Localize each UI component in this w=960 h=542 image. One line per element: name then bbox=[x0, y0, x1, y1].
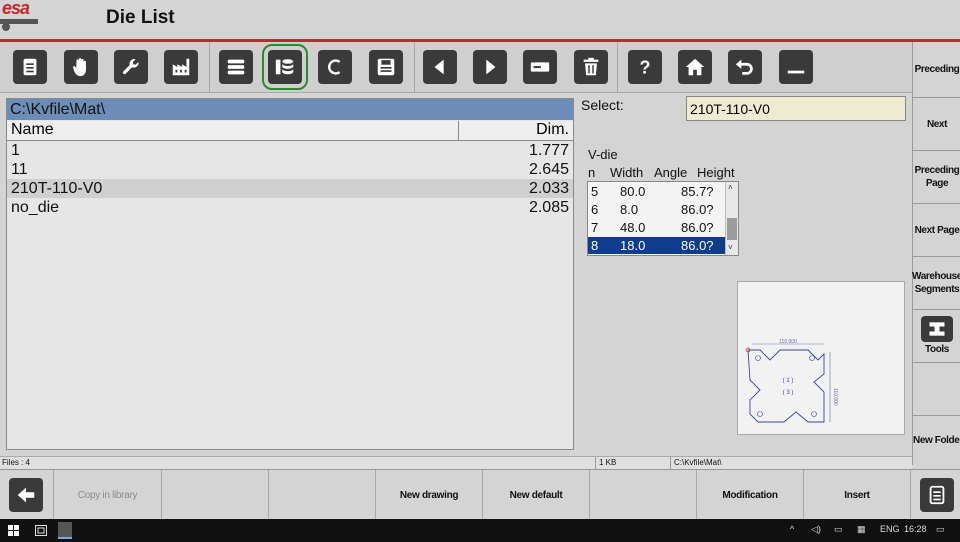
factory-icon[interactable] bbox=[164, 50, 198, 84]
preceding-button[interactable]: Preceding bbox=[913, 42, 960, 98]
clock[interactable]: 16:28 bbox=[904, 524, 927, 534]
table-row-selected[interactable]: 210T-110-V0 2.033 bbox=[7, 179, 573, 198]
warehouse-segments-button[interactable]: Warehouse Segments bbox=[912, 257, 960, 310]
insert-button[interactable]: Insert bbox=[804, 470, 911, 520]
task-view-icon[interactable] bbox=[35, 525, 47, 536]
copy-in-library-button[interactable]: Copy in library bbox=[54, 470, 162, 520]
volume-icon[interactable]: ◁) bbox=[811, 524, 821, 535]
toolbar: ? bbox=[0, 42, 912, 93]
undo-icon[interactable] bbox=[728, 50, 762, 84]
table-row[interactable]: 1 1.777 bbox=[7, 141, 573, 160]
path-bar: C:\Kvfile\Mat\ bbox=[7, 99, 573, 120]
notifications-icon[interactable]: ▭ bbox=[936, 524, 945, 535]
select-label: Select: bbox=[581, 97, 624, 113]
vdie-list[interactable]: 5 80.0 85.7? 6 8.0 86.0? 7 48.0 86.0? 8 … bbox=[587, 181, 739, 256]
svg-text:( 3 ): ( 3 ) bbox=[783, 390, 794, 396]
new-drawing-button[interactable]: New drawing bbox=[376, 470, 483, 520]
svg-text:( 1 ): ( 1 ) bbox=[783, 378, 794, 384]
bottom-empty-3 bbox=[590, 470, 697, 520]
file-list-panel: C:\Kvfile\Mat\ Name Dim. 1 1.777 11 2.64… bbox=[6, 98, 574, 450]
help-icon[interactable]: ? bbox=[628, 50, 662, 84]
new-default-button[interactable]: New default bbox=[483, 470, 590, 520]
vdie-label: V-die bbox=[588, 147, 618, 162]
windows-start-icon[interactable] bbox=[8, 525, 19, 536]
arrow-right-icon[interactable] bbox=[473, 50, 507, 84]
logo-text: esa bbox=[2, 0, 30, 18]
home-icon[interactable] bbox=[678, 50, 712, 84]
status-bar: Files : 4 1 KB C:\Kvfile\Mat\ bbox=[0, 456, 912, 469]
minus-icon[interactable] bbox=[523, 50, 557, 84]
vdie-scrollbar[interactable]: ˄ ˅ bbox=[725, 182, 738, 255]
app-taskbar-icon[interactable] bbox=[58, 522, 72, 539]
sidebar-empty-slot bbox=[913, 363, 960, 416]
right-sidebar: Preceding Next Preceding Page Next Page … bbox=[912, 42, 960, 465]
keyboard-icon[interactable]: ▦ bbox=[857, 524, 866, 535]
status-size: 1 KB bbox=[599, 458, 617, 467]
scroll-thumb[interactable] bbox=[727, 218, 737, 240]
scroll-up-icon[interactable]: ˄ bbox=[728, 183, 733, 192]
arrow-back-icon bbox=[9, 478, 43, 512]
back-button[interactable] bbox=[0, 470, 54, 520]
database-icon[interactable] bbox=[219, 50, 253, 84]
document-menu-icon bbox=[920, 478, 954, 512]
preceding-page-button[interactable]: Preceding Page bbox=[913, 151, 960, 204]
list-item[interactable]: 5 80.0 85.7? bbox=[588, 183, 725, 200]
arrow-left-icon[interactable] bbox=[423, 50, 457, 84]
list-item-selected[interactable]: 8 18.0 86.0? bbox=[588, 237, 725, 254]
tools-button[interactable]: Tools bbox=[913, 310, 960, 363]
c-icon[interactable] bbox=[318, 50, 352, 84]
tools-icon bbox=[921, 316, 953, 342]
trash-icon[interactable] bbox=[574, 50, 608, 84]
bottom-empty-1 bbox=[162, 470, 269, 520]
language-indicator[interactable]: ENG bbox=[880, 524, 900, 534]
wrench-icon[interactable] bbox=[114, 50, 148, 84]
table-row[interactable]: no_die 2.085 bbox=[7, 198, 573, 217]
windows-taskbar: ^ ◁) ▭ ▦ ENG 16:28 ▭ bbox=[0, 519, 960, 542]
new-folder-button[interactable]: New Folder bbox=[913, 416, 960, 464]
list-item[interactable]: 6 8.0 86.0? bbox=[588, 201, 725, 218]
page-title: Die List bbox=[106, 7, 175, 28]
die-preview: 110.000 110.000 ( 1 ) ( 3 ) bbox=[737, 281, 905, 435]
next-button[interactable]: Next bbox=[913, 98, 960, 151]
svg-text:?: ? bbox=[639, 56, 650, 77]
status-path: C:\Kvfile\Mat\ bbox=[674, 458, 722, 467]
document-icon[interactable] bbox=[13, 50, 47, 84]
preview-dim-top: 110.000 bbox=[779, 339, 797, 345]
table-row[interactable]: 11 2.645 bbox=[7, 160, 573, 179]
network-icon[interactable]: ▭ bbox=[834, 524, 843, 535]
title-bar: esa Die List bbox=[0, 0, 960, 42]
minimize-icon[interactable] bbox=[779, 50, 813, 84]
modification-button[interactable]: Modification bbox=[697, 470, 804, 520]
next-page-button[interactable]: Next Page bbox=[913, 204, 960, 257]
hand-icon[interactable] bbox=[64, 50, 98, 84]
save-icon[interactable] bbox=[369, 50, 403, 84]
die-list-icon[interactable] bbox=[262, 44, 308, 90]
preview-dim-side: 110.000 bbox=[832, 388, 838, 406]
vdie-header: n Width Angle Height bbox=[588, 165, 735, 180]
file-list-header: Name Dim. bbox=[7, 121, 573, 141]
column-header-dim[interactable]: Dim. bbox=[536, 121, 569, 139]
menu-button[interactable] bbox=[911, 470, 960, 520]
bottom-empty-2 bbox=[269, 470, 376, 520]
status-files: Files : 4 bbox=[2, 458, 31, 467]
bottom-toolbar: Copy in library New drawing New default … bbox=[0, 469, 960, 520]
esa-logo: esa bbox=[0, 0, 44, 32]
list-item[interactable]: 7 48.0 86.0? bbox=[588, 219, 725, 236]
tray-chevron-icon[interactable]: ^ bbox=[790, 524, 794, 534]
select-input[interactable]: 210T-110-V0 bbox=[686, 96, 906, 121]
scroll-down-icon[interactable]: ˅ bbox=[728, 243, 733, 252]
column-header-name[interactable]: Name bbox=[11, 121, 54, 139]
